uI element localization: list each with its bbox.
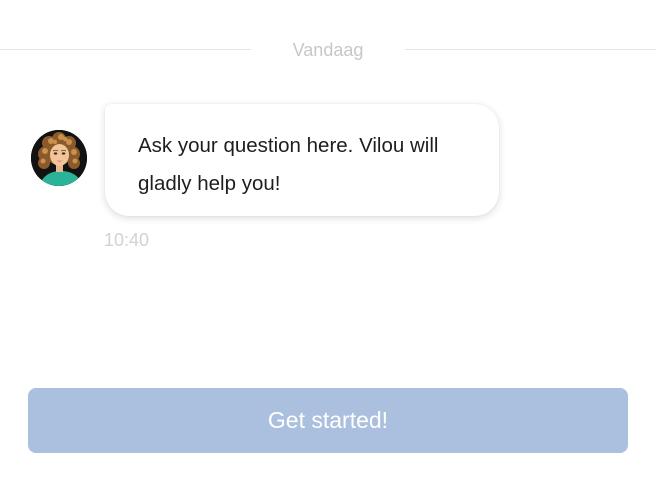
- divider-line-right: [405, 49, 656, 50]
- message-timestamp: 10:40: [104, 230, 150, 250]
- divider-line-left: [0, 49, 251, 50]
- chat-message-bubble: Ask your question here. Vilou will gladl…: [105, 104, 499, 216]
- get-started-button[interactable]: Get started!: [28, 388, 628, 453]
- chat-screen: Vandaag Ask your question here. Vilou wi…: [0, 0, 656, 480]
- avatar: [31, 130, 87, 186]
- avatar-illustration: [31, 130, 87, 186]
- date-divider: Vandaag: [0, 36, 656, 64]
- chat-message-text: Ask your question here. Vilou will gladl…: [138, 134, 439, 195]
- date-divider-label: Vandaag: [292, 40, 364, 60]
